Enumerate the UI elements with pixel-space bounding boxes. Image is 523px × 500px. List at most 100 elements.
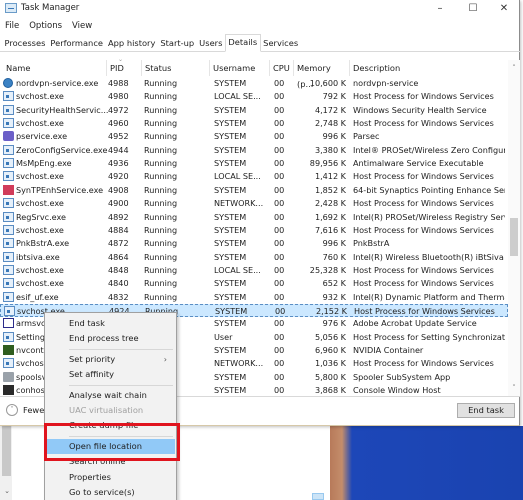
table-row[interactable]: svchost.exe 4884 Running SYSTEM 00 7,616 K Hos…: [0, 224, 508, 237]
process-memory: 996 K: [322, 131, 346, 142]
tab-start-up[interactable]: Start-up: [158, 35, 197, 51]
background-scrollbar-thumb[interactable]: [2, 426, 11, 476]
synaptics-icon: [3, 184, 14, 195]
table-row[interactable]: nordvpn-service.exe 4988 Running SYSTEM 00 10…: [0, 77, 508, 90]
title-bar: Task Manager – ☐ ✕: [0, 0, 520, 18]
table-row[interactable]: svchost.exe 4840 Running SYSTEM 00 652 K Host …: [0, 277, 508, 290]
scroll-down-icon[interactable]: ˅: [508, 382, 520, 394]
menu-separator: [69, 384, 173, 386]
table-row[interactable]: ZeroConfigService.exe 4944 Running SYSTEM 00…: [0, 144, 508, 157]
tab-app-history[interactable]: App history: [105, 35, 157, 51]
process-description: Windows Security Health Service: [353, 104, 487, 115]
table-row[interactable]: SecurityHealthServic... 4972 Running SYSTEM…: [0, 104, 508, 117]
tab-bar: Processes Performance App history Start-…: [0, 34, 520, 52]
process-memory: 932 K: [322, 291, 346, 302]
process-memory: 2,748 K: [314, 118, 346, 129]
process-name: MsMpEng.exe: [16, 158, 72, 169]
process-status: Running: [144, 78, 178, 88]
scroll-up-icon[interactable]: ˄: [508, 62, 520, 74]
process-username: SYSTEM: [214, 158, 247, 169]
menu-item-create-dump-file[interactable]: Create dump file: [47, 418, 175, 433]
minimize-button[interactable]: –: [425, 0, 455, 18]
chevron-right-icon: ›: [163, 354, 167, 364]
column-memory[interactable]: Memory (p...: [294, 60, 350, 89]
table-row[interactable]: MsMpEng.exe 4936 Running SYSTEM 00 89,956 K An…: [0, 157, 508, 170]
menu-item-end-process-tree[interactable]: End process tree: [47, 331, 175, 346]
process-name: svchost.exe: [16, 264, 64, 275]
process-status: Running: [144, 198, 178, 209]
process-memory: 3,868 K: [314, 385, 346, 395]
menu-item-set-priority[interactable]: Set priority ›: [47, 352, 175, 367]
maximize-button[interactable]: ☐: [458, 0, 488, 18]
menu-item-open-file-location[interactable]: Open file location: [47, 438, 175, 454]
process-pid: 4960: [108, 118, 129, 129]
menu-item-search-online[interactable]: Search online: [47, 454, 175, 469]
process-memory: 1,852 K: [314, 184, 346, 195]
process-description: Intel(R) Wireless Bluetooth(R) iBtSiva S…: [353, 251, 505, 262]
tab-users[interactable]: Users: [197, 35, 225, 51]
background-small-icon: [312, 493, 324, 500]
column-username[interactable]: Username: [210, 60, 270, 76]
menu-options[interactable]: Options: [24, 19, 67, 33]
table-row[interactable]: svchost.exe 4980 Running LOCAL SE... 00 792 K…: [0, 90, 508, 103]
process-cpu: 00: [274, 184, 285, 195]
menu-view[interactable]: View: [67, 19, 97, 33]
table-row[interactable]: ibtsiva.exe 4864 Running SYSTEM 00 760 K Intel…: [0, 251, 508, 264]
menu-item-properties[interactable]: Properties: [47, 470, 175, 485]
column-cpu[interactable]: CPU: [270, 60, 294, 76]
table-row[interactable]: pservice.exe 4952 Running SYSTEM 00 996 K Pars…: [0, 130, 508, 143]
menu-file[interactable]: File: [0, 19, 24, 33]
close-button[interactable]: ✕: [489, 0, 519, 18]
service-icon: [3, 278, 14, 289]
process-memory: 2,428 K: [314, 198, 346, 209]
column-name[interactable]: Name: [3, 60, 107, 76]
process-description: Adobe Acrobat Update Service: [353, 318, 477, 329]
process-memory: 6,960 K: [314, 345, 346, 355]
process-cpu: 00: [274, 131, 285, 142]
tab-details[interactable]: Details: [224, 34, 261, 52]
process-cpu: 00: [274, 224, 285, 235]
process-cpu: 00: [274, 251, 285, 262]
process-memory: 2,152 K: [315, 305, 347, 316]
scrollbar-thumb[interactable]: [510, 218, 518, 256]
menu-item-go-to-service-s[interactable]: Go to service(s): [47, 485, 175, 500]
process-cpu: 00: [274, 171, 285, 182]
menu-item-analyse-wait-chain[interactable]: Analyse wait chain: [47, 388, 175, 403]
table-row[interactable]: RegSrvc.exe 4892 Running SYSTEM 00 1,692 K Int…: [0, 211, 508, 224]
table-row[interactable]: svchost.exe 4920 Running LOCAL SE... 00 1,412…: [0, 170, 508, 183]
process-username: SYSTEM: [214, 238, 247, 249]
table-row[interactable]: SynTPEnhService.exe 4908 Running SYSTEM 00 1,…: [0, 184, 508, 197]
column-status[interactable]: Status: [142, 60, 210, 76]
process-cpu: 00: [274, 78, 285, 88]
menu-item-set-affinity[interactable]: Set affinity: [47, 367, 175, 382]
chevron-up-circle-icon: ˄: [6, 404, 18, 416]
process-pid: 4980: [108, 91, 129, 102]
process-memory: 792 K: [322, 91, 346, 102]
table-row[interactable]: svchost.exe 4848 Running LOCAL SE... 00 25,32…: [0, 264, 508, 277]
process-description: Intel(R) PROSet/Wireless Registry Servic…: [353, 211, 505, 222]
tab-processes[interactable]: Processes: [2, 35, 48, 51]
process-name: svchost.exe: [16, 118, 64, 129]
table-row[interactable]: svchost.exe 4960 Running SYSTEM 00 2,748 K Hos…: [0, 117, 508, 130]
tab-services[interactable]: Services: [261, 35, 301, 51]
table-row[interactable]: esif_uf.exe 4832 Running SYSTEM 00 932 K Intel…: [0, 291, 508, 304]
process-cpu: 00: [274, 238, 285, 249]
service-icon: [3, 291, 14, 302]
process-pid: 4848: [108, 264, 129, 275]
process-status: Running: [144, 211, 178, 222]
table-row[interactable]: svchost.exe 4900 Running NETWORK... 00 2,428 …: [0, 197, 508, 210]
column-pid[interactable]: PID: [107, 60, 142, 76]
table-row[interactable]: PnkBstrA.exe 4872 Running SYSTEM 00 996 K PnkB…: [0, 237, 508, 250]
process-cpu: 00: [274, 104, 285, 115]
task-manager-icon: [5, 3, 17, 13]
process-pid: 4920: [108, 171, 129, 182]
printer-icon: [3, 371, 14, 382]
column-description[interactable]: Description: [350, 60, 506, 76]
end-task-button[interactable]: End task: [457, 403, 515, 418]
menu-item-end-task[interactable]: End task: [47, 316, 175, 331]
process-memory: 760 K: [322, 251, 346, 262]
tab-performance[interactable]: Performance: [48, 35, 106, 51]
process-memory: 1,692 K: [314, 211, 346, 222]
process-pid: 4900: [108, 198, 129, 209]
background-scroll-down-icon[interactable]: ⌄: [2, 486, 12, 496]
